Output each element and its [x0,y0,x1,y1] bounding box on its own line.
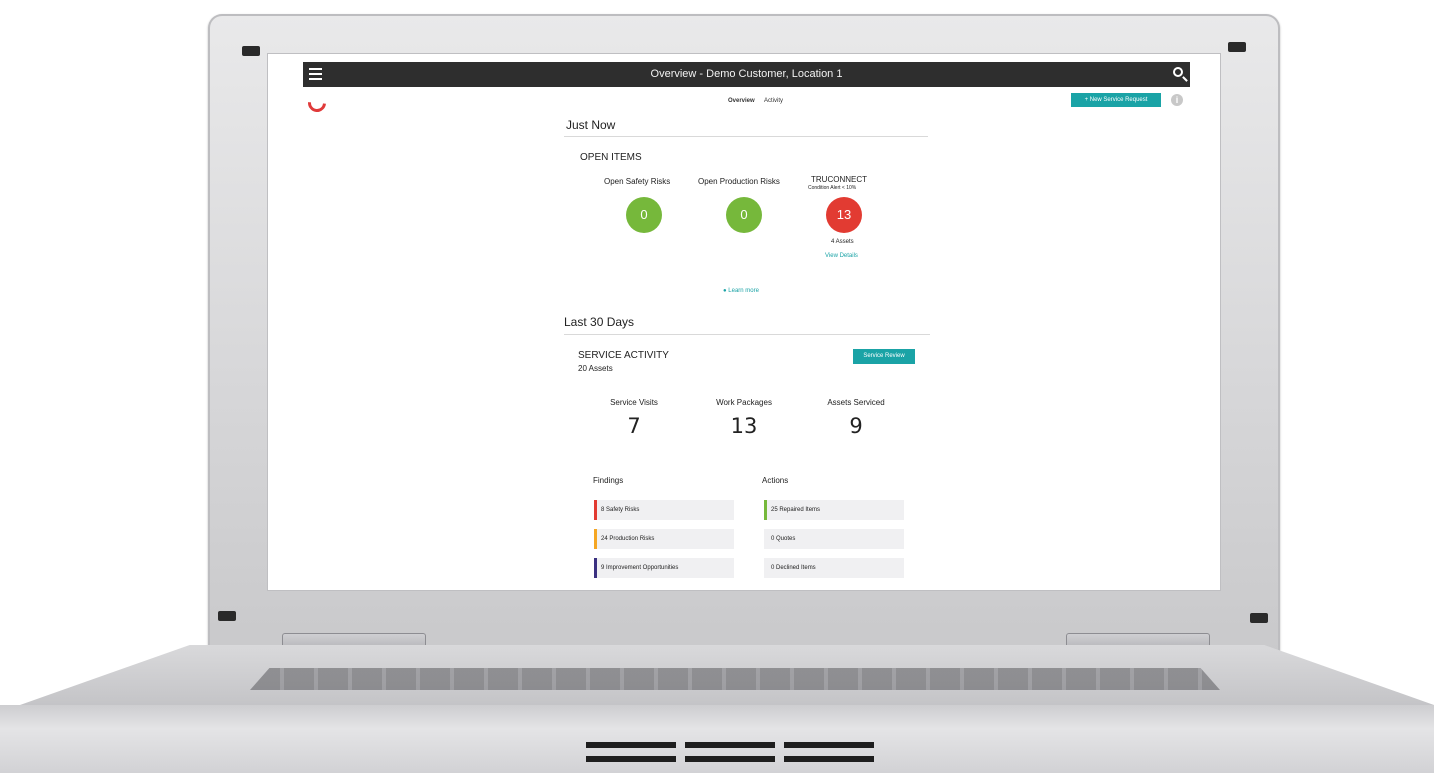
top-bar: Overview - Demo Customer, Location 1 [303,62,1190,87]
safety-count: 0 [626,197,662,233]
actions-title: Actions [762,476,789,485]
production-count: 0 [726,197,762,233]
bezel-marker [1228,42,1246,52]
truconnect-assets: 4 Assets [831,239,854,245]
service-visits-label: Service Visits [610,398,658,407]
search-icon[interactable] [1173,67,1183,77]
bezel-marker [218,611,236,621]
vent [586,742,676,748]
production-label: Open Production Risks [698,177,780,186]
vent [586,756,676,762]
vent [784,756,874,762]
assets-serviced-value: 9 [849,414,863,438]
tab-activity[interactable]: Activity [764,98,783,104]
action-quotes[interactable]: 0 Quotes [764,529,904,549]
service-visits-value: 7 [627,414,641,438]
truconnect-label: TRUCONNECT [811,175,867,184]
action-declined-items[interactable]: 0 Declined Items [764,558,904,578]
bezel-marker [1250,613,1268,623]
open-items-title: OPEN ITEMS [580,152,642,163]
service-review-button[interactable]: Service Review [853,349,915,364]
logo-icon [304,90,330,116]
service-activity-assets: 20 Assets [578,364,613,373]
work-packages-value: 13 [730,414,758,438]
truconnect-count: 13 [826,197,862,233]
vent [784,742,874,748]
info-small-icon: ● [723,288,727,294]
learn-more-link[interactable]: ● Learn more [723,288,759,294]
page-title: Overview - Demo Customer, Location 1 [650,68,843,80]
finding-safety-risks[interactable]: 8 Safety Risks [594,500,734,520]
divider [564,136,928,137]
truconnect-sublabel: Condition Alert < 10% [808,185,857,191]
finding-improvement-opportunities[interactable]: 9 Improvement Opportunities [594,558,734,578]
divider [564,334,930,335]
service-activity-title: SERVICE ACTIVITY [578,350,669,361]
new-service-request-button[interactable]: + New Service Request [1071,93,1161,107]
assets-serviced-label: Assets Serviced [827,398,885,407]
bezel-marker [242,46,260,56]
app-screen: Overview - Demo Customer, Location 1 Ove… [268,54,1220,590]
action-repaired-items[interactable]: 25 Repaired Items [764,500,904,520]
laptop-front [0,705,1434,773]
tab-overview[interactable]: Overview [728,98,755,104]
section-title-last-30: Last 30 Days [564,315,635,329]
findings-title: Findings [593,476,624,485]
vent [685,756,775,762]
finding-production-risks[interactable]: 24 Production Risks [594,529,734,549]
work-packages-label: Work Packages [716,398,772,407]
keyboard [250,668,1220,690]
view-details-link[interactable]: View Details [825,253,858,259]
vent [685,742,775,748]
info-icon[interactable]: i [1171,94,1183,106]
safety-label: Open Safety Risks [604,177,671,186]
tabs: Overview Activity [728,98,791,104]
section-title-just-now: Just Now [566,118,616,132]
